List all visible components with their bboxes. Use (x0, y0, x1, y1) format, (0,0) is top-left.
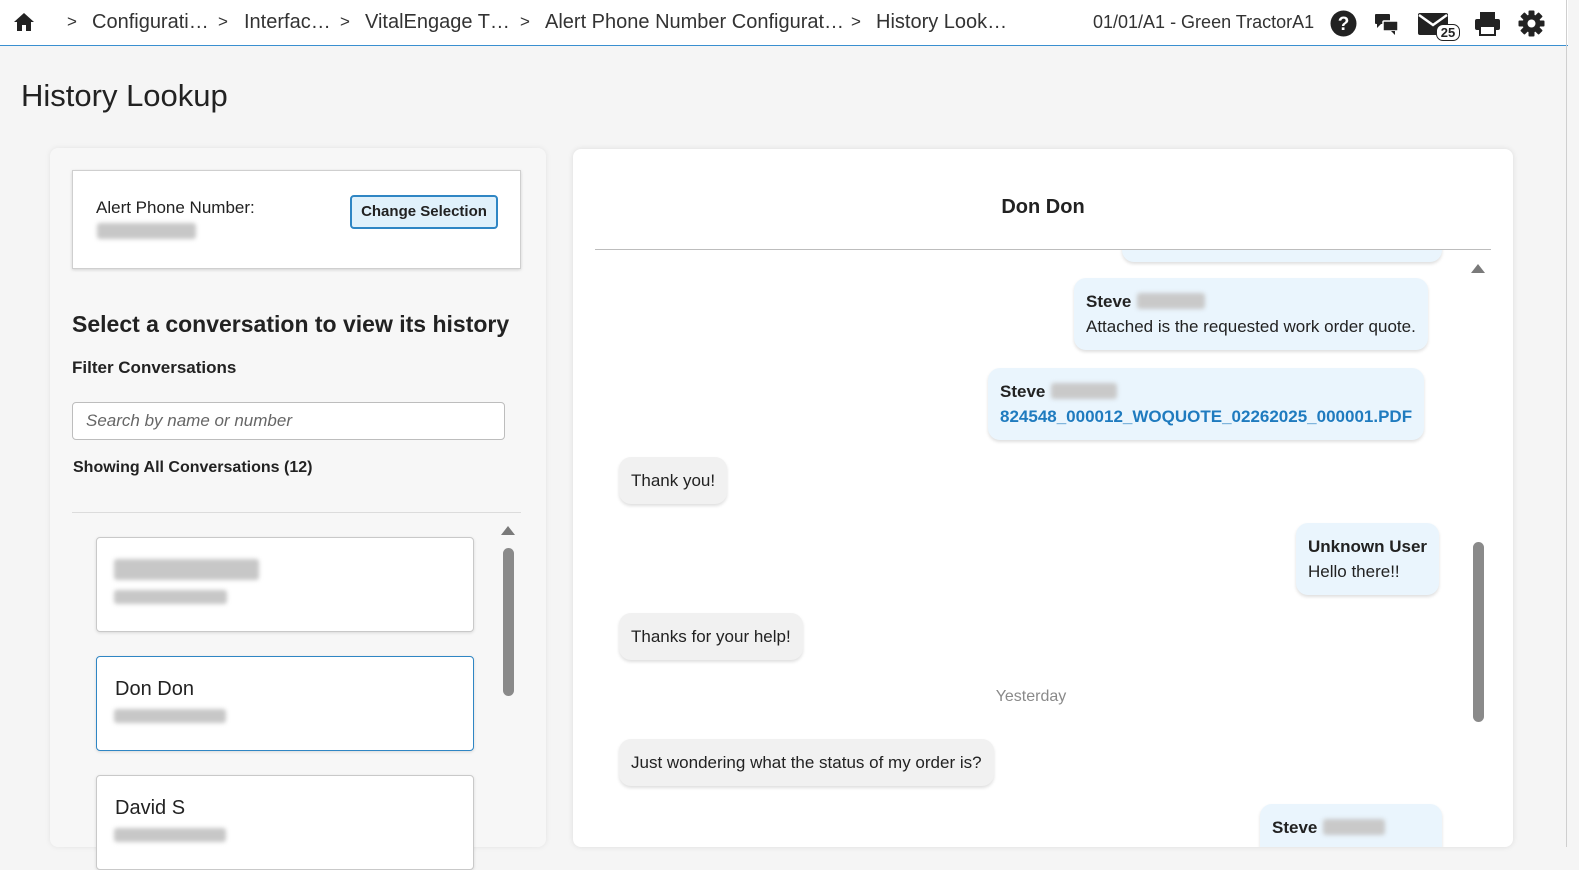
message-bubble-outgoing: Steve 824548_000012_WOQUOTE_02262025_000… (988, 368, 1425, 440)
conversation-history-panel: Don Don Steve Attached is the requested … (573, 149, 1513, 847)
day-separator: Yesterday (995, 688, 1067, 705)
help-icon[interactable]: ? (1330, 10, 1357, 37)
conversation-item-selected[interactable]: Don Don (96, 656, 474, 751)
sender-surname-redacted (1137, 293, 1206, 309)
scroll-up-arrow-icon[interactable] (1471, 264, 1485, 273)
conversation-name: Don Don (115, 678, 194, 700)
message-text: Thank you! (631, 471, 716, 490)
select-conversation-heading: Select a conversation to view its histor… (72, 311, 510, 337)
message-bubble-incoming: Just wondering what the status of my ord… (619, 739, 994, 786)
message-sender: Unknown User (1308, 537, 1428, 556)
breadcrumb-separator: > (851, 12, 861, 31)
mail-count-badge: 25 (1436, 24, 1460, 41)
message-bubble-outgoing: Steve (1260, 804, 1442, 847)
alert-phone-number-redacted (97, 223, 196, 239)
conversation-phone-redacted (114, 828, 226, 842)
breadcrumb-vitalengage[interactable]: VitalEngage T… (365, 11, 510, 34)
message-text: Just wondering what the status of my ord… (631, 753, 982, 772)
attachment-link[interactable]: 824548_000012_WOQUOTE_02262025_000001.PD… (1000, 407, 1412, 426)
conversation-name-redacted (114, 559, 259, 580)
location-label[interactable]: 01/01/A1 - Green TractorA1 (1093, 12, 1314, 33)
conversation-phone-redacted (114, 590, 227, 604)
top-bar: > Configurati… > Interfac… > VitalEngage… (0, 0, 1568, 46)
message-bubble-outgoing: Unknown User Hello there!! (1296, 523, 1440, 595)
list-divider (72, 512, 521, 513)
breadcrumb-separator: > (67, 12, 77, 31)
search-input[interactable] (72, 402, 505, 440)
breadcrumb-history-lookup[interactable]: History Look… (876, 11, 1007, 34)
gear-icon[interactable] (1518, 10, 1545, 37)
print-icon[interactable] (1474, 11, 1501, 36)
message-thread-scrollbar[interactable] (1473, 542, 1484, 722)
message-bubble-outgoing: Steve Attached is the requested work ord… (1074, 278, 1428, 350)
conversation-name: David S (115, 797, 186, 819)
breadcrumb-interfaces[interactable]: Interfac… (244, 11, 331, 34)
chat-icon[interactable] (1374, 13, 1399, 36)
alert-phone-label: Alert Phone Number: (96, 198, 255, 217)
filter-conversations-label: Filter Conversations (72, 358, 237, 377)
breadcrumb-configuration[interactable]: Configurati… (92, 11, 209, 34)
conversation-list-panel: Alert Phone Number: Change Selection Sel… (50, 148, 546, 870)
conversation-item[interactable]: David S (96, 775, 474, 870)
conversation-item[interactable] (96, 537, 474, 632)
sender-surname-redacted (1323, 819, 1386, 835)
message-thread[interactable]: Steve Attached is the requested work ord… (573, 250, 1513, 847)
message-text: Thanks for your help! (631, 627, 791, 646)
scroll-up-arrow-icon[interactable] (501, 526, 515, 535)
message-sender: Steve (1000, 382, 1046, 401)
sender-surname-redacted (1051, 383, 1118, 399)
page-title: History Lookup (21, 78, 228, 113)
message-bubble-incoming: Thank you! (619, 457, 728, 504)
breadcrumb-separator: > (218, 12, 228, 31)
home-icon[interactable] (12, 11, 36, 33)
conversation-title: Don Don (1001, 196, 1085, 218)
alert-phone-box: Alert Phone Number: Change Selection (72, 170, 521, 269)
page-edge-divider (1566, 0, 1567, 847)
conversation-phone-redacted (114, 709, 226, 723)
breadcrumb-separator: > (520, 12, 530, 31)
change-selection-button[interactable]: Change Selection (350, 195, 498, 229)
message-bubble-incoming: Thanks for your help! (619, 613, 803, 660)
conversation-list-scrollbar[interactable] (503, 548, 514, 696)
message-bubble-partial (1122, 250, 1442, 262)
breadcrumb-alert-phone-config[interactable]: Alert Phone Number Configurat… (545, 11, 844, 34)
message-sender: Steve (1272, 818, 1318, 837)
message-text: Attached is the requested work order quo… (1086, 317, 1416, 336)
svg-text:?: ? (1338, 14, 1350, 35)
showing-count-label: Showing All Conversations (12) (73, 459, 313, 476)
breadcrumb-separator: > (340, 12, 350, 31)
message-sender: Steve (1086, 292, 1132, 311)
message-text: Hello there!! (1308, 562, 1400, 581)
